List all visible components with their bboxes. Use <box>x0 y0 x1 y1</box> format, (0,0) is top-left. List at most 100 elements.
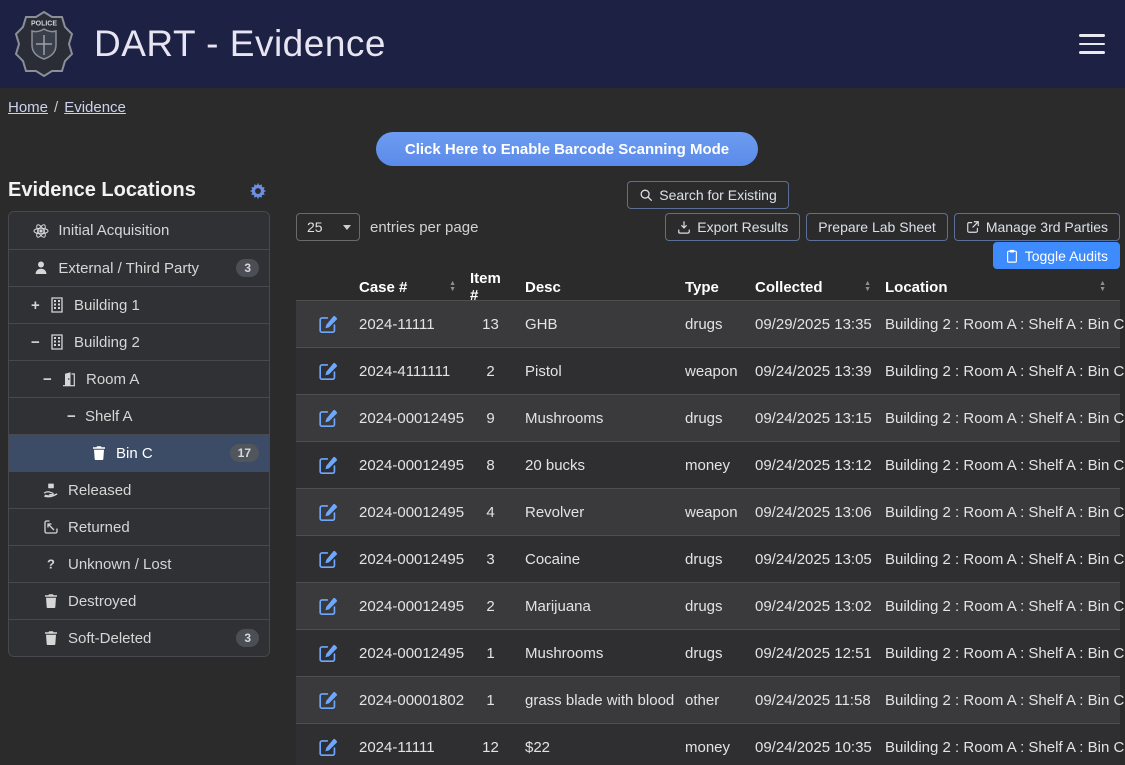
collected-cell: 09/24/2025 13:06 <box>755 504 885 521</box>
edit-row-button[interactable] <box>296 315 338 334</box>
edit-row-button[interactable] <box>296 644 338 663</box>
column-header[interactable]: Item # <box>470 270 525 304</box>
app-header: POLICE DART - Evidence <box>0 0 1125 88</box>
tree-item[interactable]: + Building 1 <box>9 286 269 323</box>
expander-toggle[interactable]: − <box>31 334 46 351</box>
tree-item[interactable]: − Room A <box>9 360 269 397</box>
edit-row-button[interactable] <box>296 409 338 428</box>
breadcrumb-current-link[interactable]: Evidence <box>64 99 126 116</box>
case-number-cell: 2024-4111111 <box>359 363 470 380</box>
breadcrumb: Home/Evidence <box>0 88 1125 125</box>
edit-row-button[interactable] <box>296 691 338 710</box>
tree-item-label: Building 2 <box>74 334 140 351</box>
trash-icon <box>43 630 59 646</box>
collected-cell: 09/24/2025 13:15 <box>755 410 885 427</box>
tree-item-label: External / Third Party <box>58 260 199 277</box>
pencil-square-icon <box>319 362 338 381</box>
collected-cell: 09/24/2025 12:51 <box>755 645 885 662</box>
desc-cell: Revolver <box>525 504 685 521</box>
download-icon <box>677 220 691 234</box>
tree-item[interactable]: Released <box>9 471 269 508</box>
expander-toggle[interactable]: − <box>67 408 82 425</box>
search-for-existing-label: Search for Existing <box>659 187 777 203</box>
tree-item[interactable]: − Building 2 <box>9 323 269 360</box>
type-cell: money <box>685 457 755 474</box>
pencil-square-icon <box>319 691 338 710</box>
desc-cell: GHB <box>525 316 685 333</box>
table-row: 2024-00012495 8 20 bucks money 09/24/202… <box>296 441 1120 488</box>
barcode-scanning-mode-button[interactable]: Click Here to Enable Barcode Scanning Mo… <box>376 132 758 166</box>
tree-item[interactable]: Unknown / Lost <box>9 545 269 582</box>
evidence-table: Case # ▲▼ Item # Desc Type Collected ▲▼ <box>296 270 1120 765</box>
hand-icon <box>43 482 59 498</box>
door-icon <box>61 371 77 387</box>
search-for-existing-button[interactable]: Search for Existing <box>627 181 789 209</box>
column-header[interactable]: Desc <box>525 279 685 296</box>
tree-item[interactable]: Soft-Deleted 3 <box>9 619 269 656</box>
tree-item[interactable]: Bin C 17 <box>9 434 269 471</box>
case-number-cell: 2024-11111 <box>359 316 470 333</box>
tree-item[interactable]: − Shelf A <box>9 397 269 434</box>
prepare-lab-sheet-button[interactable]: Prepare Lab Sheet <box>806 213 948 241</box>
prepare-lab-sheet-label: Prepare Lab Sheet <box>818 219 936 235</box>
police-badge-logo: POLICE <box>14 11 74 77</box>
type-cell: drugs <box>685 410 755 427</box>
collected-cell: 09/24/2025 13:12 <box>755 457 885 474</box>
location-cell: Building 2 : Room A : Shelf A : Bin C <box>885 504 1120 521</box>
column-header[interactable]: Location ▲▼ <box>885 279 1120 296</box>
expander-toggle[interactable]: + <box>31 297 46 314</box>
entries-per-page-select[interactable]: 25 <box>296 213 360 241</box>
location-cell: Building 2 : Room A : Shelf A : Bin C <box>885 410 1120 427</box>
expander-toggle[interactable]: − <box>43 371 58 388</box>
tree-item-label: Initial Acquisition <box>58 222 169 239</box>
sort-arrows-icon: ▲▼ <box>449 281 456 293</box>
collected-cell: 09/24/2025 13:05 <box>755 551 885 568</box>
pencil-square-icon <box>319 456 338 475</box>
edit-row-button[interactable] <box>296 738 338 757</box>
edit-row-button[interactable] <box>296 362 338 381</box>
column-header[interactable]: Case # ▲▼ <box>359 279 470 296</box>
tree-item[interactable]: Returned <box>9 508 269 545</box>
item-number-cell: 2 <box>470 363 525 380</box>
tree-item-label: Room A <box>86 371 139 388</box>
pencil-square-icon <box>319 644 338 663</box>
item-number-cell: 1 <box>470 645 525 662</box>
toggle-audits-button[interactable]: Toggle Audits <box>993 242 1120 269</box>
export-results-label: Export Results <box>697 219 788 235</box>
tree-item[interactable]: Destroyed <box>9 582 269 619</box>
edit-row-button[interactable] <box>296 503 338 522</box>
desc-cell: $22 <box>525 739 685 756</box>
case-number-cell: 2024-00001802 <box>359 692 470 709</box>
breadcrumb-home-link[interactable]: Home <box>8 99 48 116</box>
edit-row-button[interactable] <box>296 550 338 569</box>
search-icon <box>639 188 653 202</box>
edit-row-button[interactable] <box>296 597 338 616</box>
pencil-square-icon <box>319 738 338 757</box>
desc-cell: Pistol <box>525 363 685 380</box>
clipboard-icon <box>1005 249 1019 263</box>
location-cell: Building 2 : Room A : Shelf A : Bin C <box>885 645 1120 662</box>
edit-row-button[interactable] <box>296 456 338 475</box>
column-header[interactable]: Type <box>685 279 755 296</box>
gear-icon[interactable] <box>249 182 267 200</box>
type-cell: weapon <box>685 504 755 521</box>
column-header[interactable]: Collected ▲▼ <box>755 279 885 296</box>
tree-item-label: Destroyed <box>68 593 136 610</box>
manage-3rd-parties-button[interactable]: Manage 3rd Parties <box>954 213 1120 241</box>
table-row: 2024-00012495 1 Mushrooms drugs 09/24/20… <box>296 629 1120 676</box>
item-number-cell: 1 <box>470 692 525 709</box>
tree-item-label: Building 1 <box>74 297 140 314</box>
tree-item-label: Returned <box>68 519 130 536</box>
type-cell: weapon <box>685 363 755 380</box>
export-results-button[interactable]: Export Results <box>665 213 800 241</box>
pencil-square-icon <box>319 550 338 569</box>
hamburger-menu-icon[interactable] <box>1077 30 1107 58</box>
atom-icon <box>33 223 49 239</box>
item-number-cell: 9 <box>470 410 525 427</box>
case-number-cell: 2024-00012495 <box>359 598 470 615</box>
tree-item[interactable]: External / Third Party 3 <box>9 249 269 286</box>
page-title: DART - Evidence <box>94 23 386 65</box>
tree-item[interactable]: Initial Acquisition <box>9 212 269 249</box>
desc-cell: grass blade with blood <box>525 692 685 709</box>
manage-3rd-parties-label: Manage 3rd Parties <box>986 219 1108 235</box>
